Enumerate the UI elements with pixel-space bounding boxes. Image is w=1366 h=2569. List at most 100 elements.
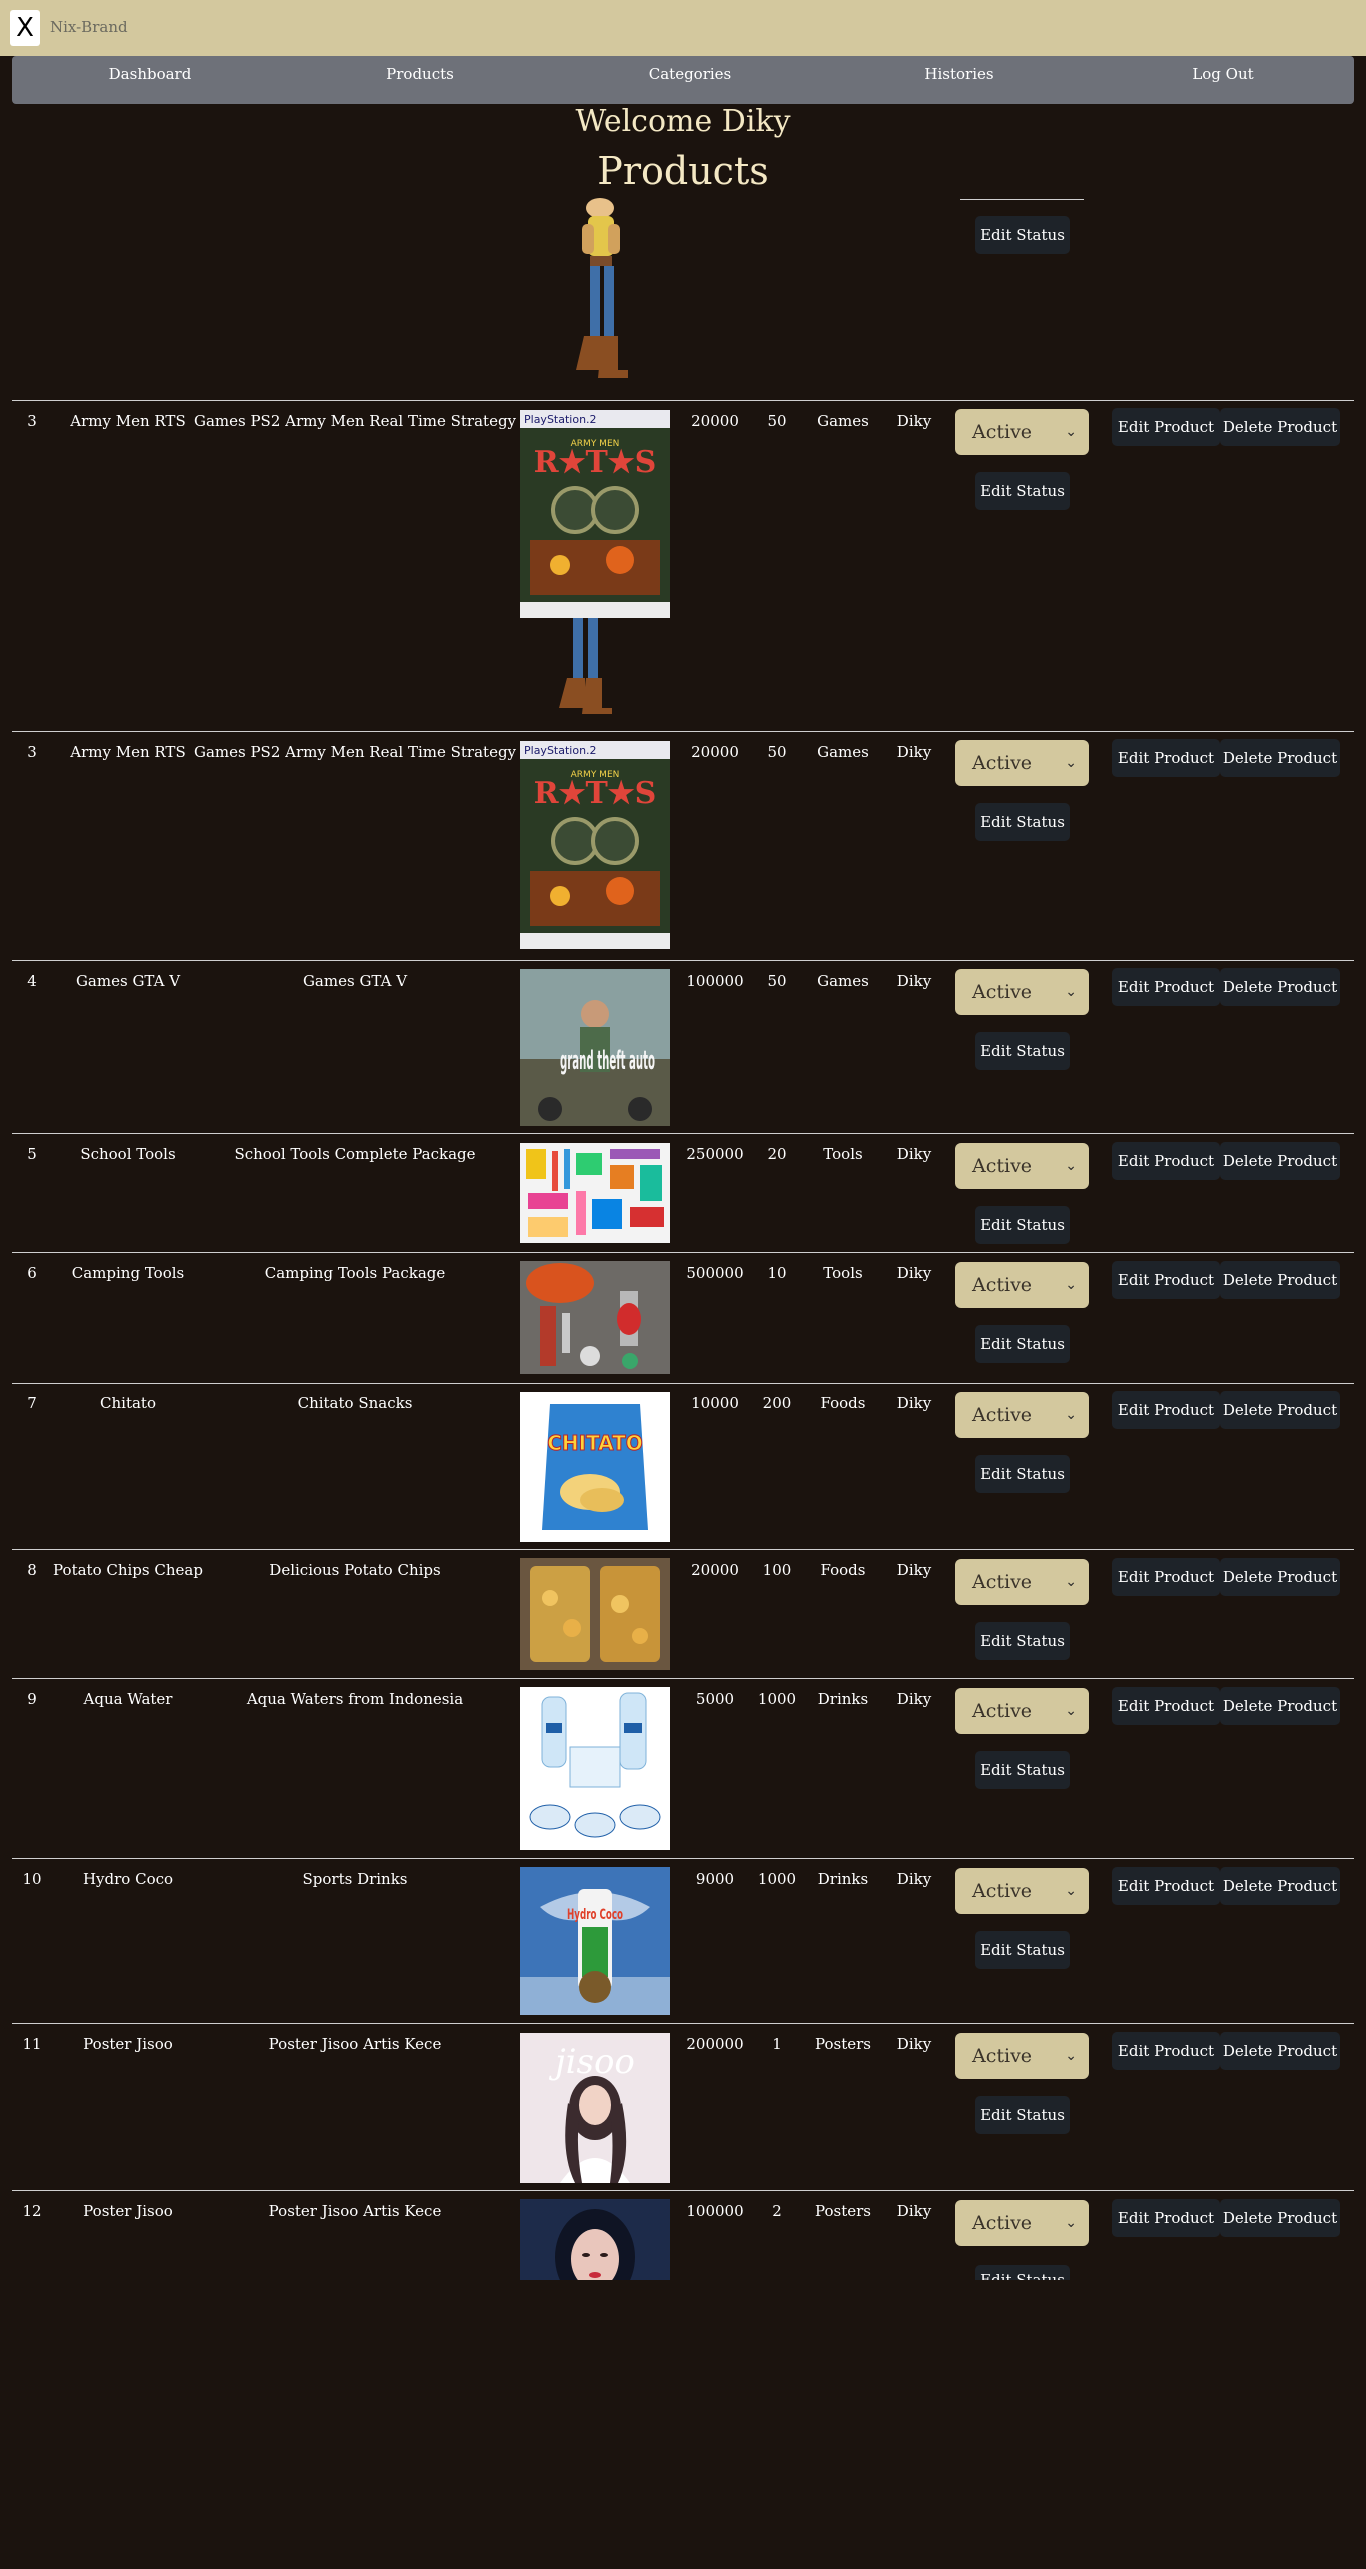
edit-status-button[interactable]: Edit Status [975, 1325, 1070, 1363]
edit-product-button[interactable]: Edit Product [1112, 1142, 1220, 1180]
edit-product-button[interactable]: Edit Product [1112, 1558, 1220, 1596]
page-title: Products [597, 149, 769, 193]
cell-price: 500000 [686, 1264, 744, 1282]
edit-status-button[interactable]: Edit Status [975, 1032, 1070, 1070]
nav-products[interactable]: Products [386, 56, 454, 104]
cell-id: 10 [22, 1870, 42, 1888]
cell-category: Games [817, 972, 869, 990]
product-image [520, 1558, 670, 1670]
edit-status-button[interactable]: Edit Status [975, 1455, 1070, 1493]
cell-category: Foods [820, 1561, 866, 1579]
cell-description: Sports Drinks [302, 1870, 408, 1888]
edit-product-button[interactable]: Edit Product [1112, 2032, 1220, 2070]
cell-name: Chitato [100, 1394, 156, 1412]
edit-product-button[interactable]: Edit Product [1112, 2199, 1220, 2237]
status-select[interactable]: Active ⌄ [955, 1559, 1089, 1605]
product-image: Hydro Coco [520, 1867, 670, 2015]
status-select[interactable]: Active ⌄ [955, 740, 1089, 786]
cell-description: School Tools Complete Package [234, 1145, 476, 1163]
cell-price: 10000 [691, 1394, 739, 1412]
cell-stock: 200 [762, 1394, 792, 1412]
status-select[interactable]: Active ⌄ [955, 1392, 1089, 1438]
cell-owner: Diky [896, 1561, 932, 1579]
delete-product-button[interactable]: Delete Product [1220, 1867, 1340, 1905]
cell-name: Hydro Coco [82, 1870, 174, 1888]
status-value: Active [972, 1571, 1033, 1593]
status-value: Active [972, 752, 1033, 774]
product-image: jisoo [520, 2033, 670, 2183]
edit-status-button[interactable]: Edit Status [975, 216, 1070, 254]
nav-histories[interactable]: Histories [924, 56, 993, 104]
top-bar: X Nix-Brand [0, 0, 1366, 56]
cell-owner: Diky [896, 1870, 932, 1888]
cell-description: Games PS2 Army Men Real Time Strategy [193, 412, 517, 430]
edit-product-button[interactable]: Edit Product [1112, 1867, 1220, 1905]
cell-category: Games [817, 412, 869, 430]
cowboy-toy-image [576, 198, 628, 378]
cell-stock: 1000 [757, 1690, 797, 1708]
cell-price: 250000 [686, 1145, 744, 1163]
edit-product-button[interactable]: Edit Product [1112, 739, 1220, 777]
nav-logout[interactable]: Log Out [1192, 56, 1253, 104]
edit-product-button[interactable]: Edit Product [1112, 968, 1220, 1006]
cell-id: 8 [27, 1561, 37, 1579]
edit-status-button[interactable]: Edit Status [975, 2096, 1070, 2134]
product-image [520, 1687, 670, 1850]
brand-logo[interactable]: X [10, 10, 40, 46]
edit-status-button[interactable]: Edit Status [975, 1622, 1070, 1660]
edit-status-button[interactable]: Edit Status [975, 803, 1070, 841]
edit-status-button[interactable]: Edit Status [975, 1751, 1070, 1789]
cell-category: Drinks [817, 1870, 869, 1888]
edit-status-button[interactable]: Edit Status [975, 472, 1070, 510]
delete-product-button[interactable]: Delete Product [1220, 1558, 1340, 1596]
status-select[interactable]: Active ⌄ [955, 1868, 1089, 1914]
row-divider [12, 1678, 1354, 1679]
edit-product-button[interactable]: Edit Product [1112, 1261, 1220, 1299]
cell-stock: 100 [762, 1561, 792, 1579]
status-value: Active [972, 1274, 1033, 1296]
status-select[interactable]: Active ⌄ [955, 1688, 1089, 1734]
edit-product-button[interactable]: Edit Product [1112, 1687, 1220, 1725]
status-select[interactable]: Active ⌄ [955, 1143, 1089, 1189]
cell-name: Army Men RTS [70, 743, 186, 761]
nav-categories[interactable]: Categories [649, 56, 732, 104]
chevron-down-icon: ⌄ [1065, 1407, 1077, 1423]
delete-product-button[interactable]: Delete Product [1220, 1391, 1340, 1429]
cell-price: 100000 [686, 972, 744, 990]
gta-text: grand theft auto [560, 1046, 655, 1076]
status-select[interactable]: Active ⌄ [955, 1262, 1089, 1308]
status-select[interactable]: Active ⌄ [955, 2200, 1089, 2246]
partial-row-image [552, 198, 648, 386]
edit-status-button[interactable]: Edit Status [975, 1206, 1070, 1244]
status-select[interactable]: Active ⌄ [955, 409, 1089, 455]
brand-name[interactable]: Nix-Brand [50, 18, 128, 36]
delete-product-button[interactable]: Delete Product [1220, 739, 1340, 777]
status-select[interactable]: Active ⌄ [955, 2033, 1089, 2079]
status-value: Active [972, 1155, 1033, 1177]
cell-owner: Diky [896, 972, 932, 990]
cell-id: 9 [27, 1690, 37, 1708]
cell-id: 11 [22, 2035, 42, 2053]
status-select[interactable]: Active ⌄ [955, 969, 1089, 1015]
cell-price: 100000 [686, 2202, 744, 2220]
cell-id: 4 [27, 972, 37, 990]
delete-product-button[interactable]: Delete Product [1220, 1142, 1340, 1180]
delete-product-button[interactable]: Delete Product [1220, 408, 1340, 446]
cell-name: Camping Tools [71, 1264, 185, 1282]
row-divider [12, 1858, 1354, 1859]
delete-product-button[interactable]: Delete Product [1220, 968, 1340, 1006]
delete-product-button[interactable]: Delete Product [1220, 2032, 1340, 2070]
cell-id: 7 [27, 1394, 37, 1412]
delete-product-button[interactable]: Delete Product [1220, 1261, 1340, 1299]
nav-dashboard[interactable]: Dashboard [109, 56, 192, 104]
edit-status-button[interactable]: Edit Status [975, 1931, 1070, 1969]
edit-product-button[interactable]: Edit Product [1112, 1391, 1220, 1429]
product-image: CHITATO [520, 1392, 670, 1542]
delete-product-button[interactable]: Delete Product [1220, 2199, 1340, 2237]
edit-status-button[interactable]: Edit Status [975, 2265, 1070, 2280]
edit-product-button[interactable]: Edit Product [1112, 408, 1220, 446]
cell-stock: 1000 [757, 1870, 797, 1888]
product-image [520, 1261, 670, 1374]
delete-product-button[interactable]: Delete Product [1220, 1687, 1340, 1725]
cell-description: Chitato Snacks [297, 1394, 413, 1412]
